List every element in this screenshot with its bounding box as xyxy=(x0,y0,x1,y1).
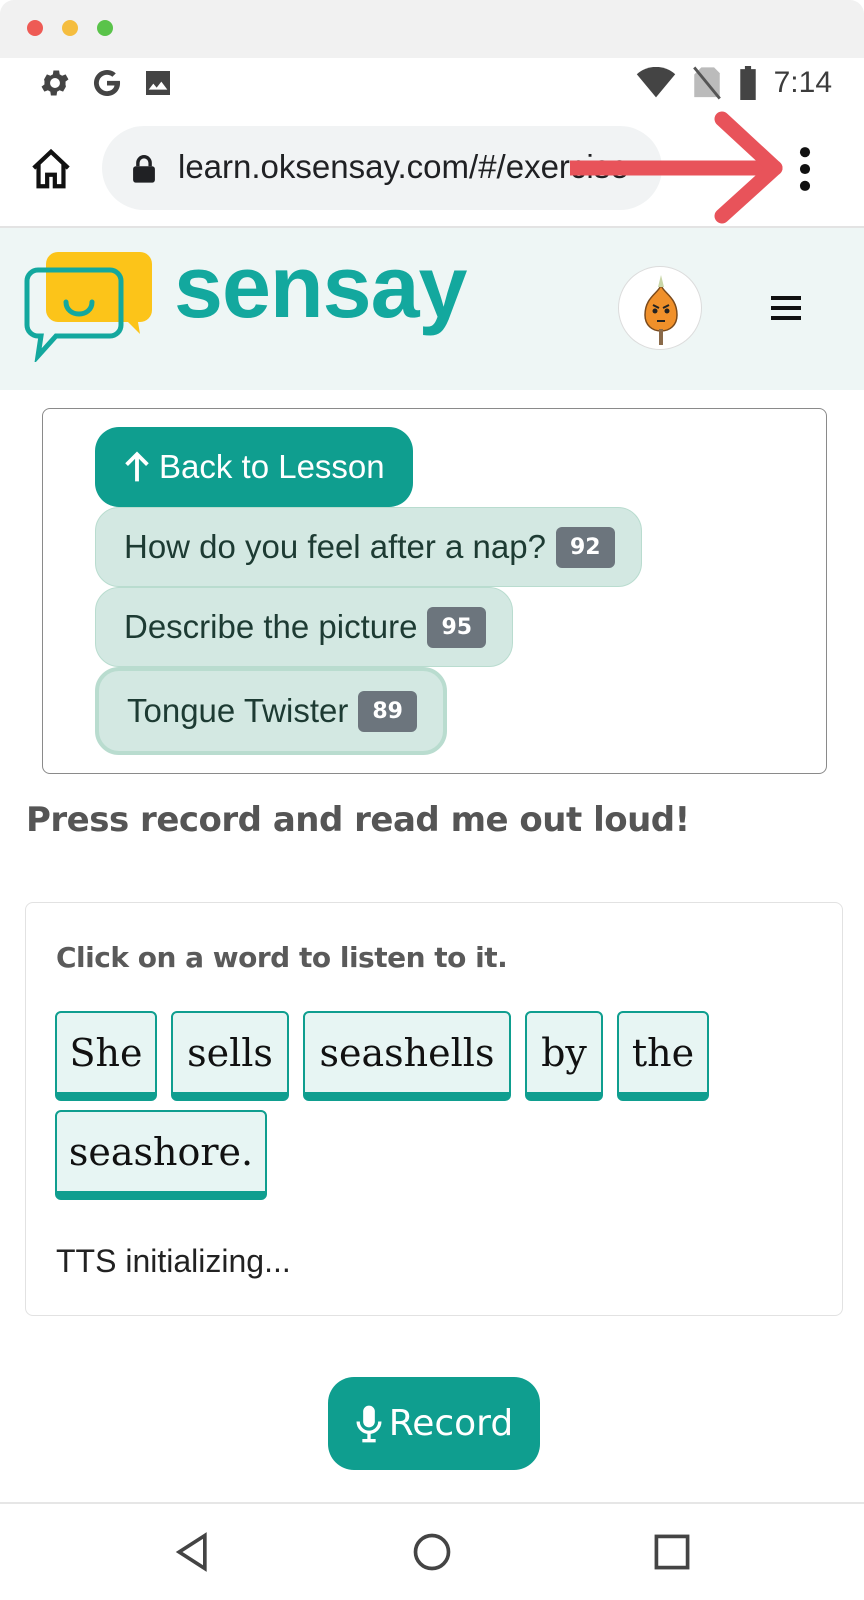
record-button[interactable]: Record xyxy=(328,1377,540,1470)
word-chip[interactable]: by xyxy=(525,1011,603,1101)
word-chip[interactable]: seashore. xyxy=(55,1110,267,1200)
exercise-label: Describe the picture xyxy=(124,608,418,645)
microphone-icon xyxy=(356,1405,382,1442)
exercise-item-tongue-twister[interactable]: Tongue Twister 89 xyxy=(95,667,447,755)
word-chip[interactable]: She xyxy=(55,1011,157,1101)
no-sim-icon xyxy=(692,66,721,100)
home-icon[interactable] xyxy=(28,146,74,192)
address-bar[interactable]: learn.oksensay.com/#/exercise xyxy=(102,126,662,210)
exercise-list-panel: Back to Lesson How do you feel after a n… xyxy=(42,408,827,774)
word-chip[interactable]: sells xyxy=(171,1011,289,1101)
tts-status-text: TTS initializing... xyxy=(56,1243,291,1279)
image-icon xyxy=(146,71,170,95)
status-clock: 7:14 xyxy=(773,66,832,99)
score-badge: 89 xyxy=(358,690,417,732)
user-avatar[interactable] xyxy=(618,266,702,350)
maximize-window-button[interactable] xyxy=(97,20,113,36)
android-nav-bar xyxy=(0,1502,864,1600)
onion-mascot-icon xyxy=(644,275,678,345)
browser-toolbar: learn.oksensay.com/#/exercise xyxy=(0,110,864,228)
exercise-label: How do you feel after a nap? xyxy=(124,528,546,565)
settings-gear-icon xyxy=(41,70,69,96)
score-badge: 95 xyxy=(427,606,487,648)
minimize-window-button[interactable] xyxy=(62,20,78,36)
recent-apps-square-icon[interactable] xyxy=(650,1530,694,1574)
sensay-logo-icon[interactable] xyxy=(24,250,154,362)
hamburger-menu-icon[interactable] xyxy=(766,288,806,328)
wifi-icon xyxy=(636,67,675,98)
app-header: sensay xyxy=(0,228,864,390)
google-icon xyxy=(93,69,121,97)
window-title-bar xyxy=(0,0,864,58)
score-badge: 92 xyxy=(555,526,615,568)
word-chip[interactable]: the xyxy=(617,1011,709,1101)
back-to-lesson-button[interactable]: Back to Lesson xyxy=(95,427,413,507)
android-status-bar: 7:14 xyxy=(0,58,864,110)
exercise-item-nap[interactable]: How do you feel after a nap? 92 xyxy=(95,507,642,587)
more-options-icon[interactable] xyxy=(790,146,820,192)
record-label: Record xyxy=(388,1403,514,1444)
close-window-button[interactable] xyxy=(27,20,43,36)
card-hint: Click on a word to listen to it. xyxy=(56,941,508,974)
exercise-item-picture[interactable]: Describe the picture 95 xyxy=(95,587,514,667)
lock-icon xyxy=(133,155,155,183)
battery-icon xyxy=(739,66,756,100)
url-text: learn.oksensay.com/#/exercise xyxy=(178,148,629,185)
back-to-lesson-label: Back to Lesson xyxy=(159,448,385,485)
exercise-label: Tongue Twister xyxy=(127,692,349,729)
page-instruction: Press record and read me out loud! xyxy=(26,800,690,840)
brand-name[interactable]: sensay xyxy=(174,236,467,338)
word-chip[interactable]: seashells xyxy=(303,1011,511,1101)
home-circle-icon[interactable] xyxy=(410,1530,454,1574)
word-card: Click on a word to listen to it. She sel… xyxy=(25,902,843,1316)
arrow-up-icon xyxy=(125,451,149,482)
back-triangle-icon[interactable] xyxy=(170,1530,214,1574)
